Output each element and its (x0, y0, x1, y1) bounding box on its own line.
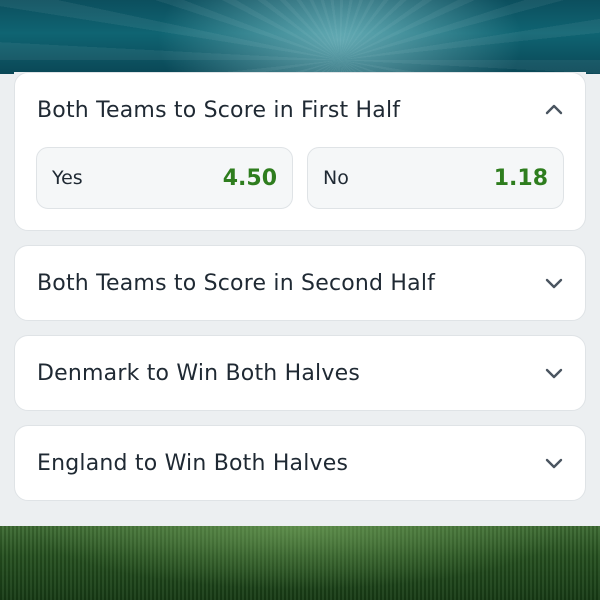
header-banner-image (0, 0, 600, 74)
selection-button-no[interactable]: No 1.18 (307, 147, 564, 209)
market-title: Both Teams to Score in Second Half (37, 270, 436, 296)
chevron-down-icon[interactable] (543, 452, 565, 474)
markets-list: Both Teams to Score in First Half Yes 4.… (14, 72, 586, 515)
market-card-btts-first-half: Both Teams to Score in First Half Yes 4.… (14, 72, 586, 231)
selection-label: Yes (52, 167, 83, 189)
selection-odds: 1.18 (493, 165, 548, 191)
market-header-btts-second-half[interactable]: Both Teams to Score in Second Half (15, 246, 585, 320)
selection-odds: 4.50 (222, 165, 277, 191)
selection-label: No (323, 167, 349, 189)
market-header-england-win-both-halves[interactable]: England to Win Both Halves (15, 426, 585, 500)
market-title: Both Teams to Score in First Half (37, 97, 401, 123)
page: Both Teams to Score in First Half Yes 4.… (0, 0, 600, 600)
market-title: Denmark to Win Both Halves (37, 360, 360, 386)
chevron-down-icon[interactable] (543, 272, 565, 294)
chevron-down-icon[interactable] (543, 362, 565, 384)
footer-pitch-image (0, 526, 600, 600)
market-card-england-win-both-halves: England to Win Both Halves (14, 425, 586, 501)
odds-row: Yes 4.50 No 1.18 (15, 147, 585, 230)
market-header-btts-first-half[interactable]: Both Teams to Score in First Half (15, 73, 585, 147)
market-title: England to Win Both Halves (37, 450, 349, 476)
market-header-denmark-win-both-halves[interactable]: Denmark to Win Both Halves (15, 336, 585, 410)
market-card-btts-second-half: Both Teams to Score in Second Half (14, 245, 586, 321)
selection-button-yes[interactable]: Yes 4.50 (36, 147, 293, 209)
market-card-denmark-win-both-halves: Denmark to Win Both Halves (14, 335, 586, 411)
chevron-up-icon[interactable] (543, 99, 565, 121)
